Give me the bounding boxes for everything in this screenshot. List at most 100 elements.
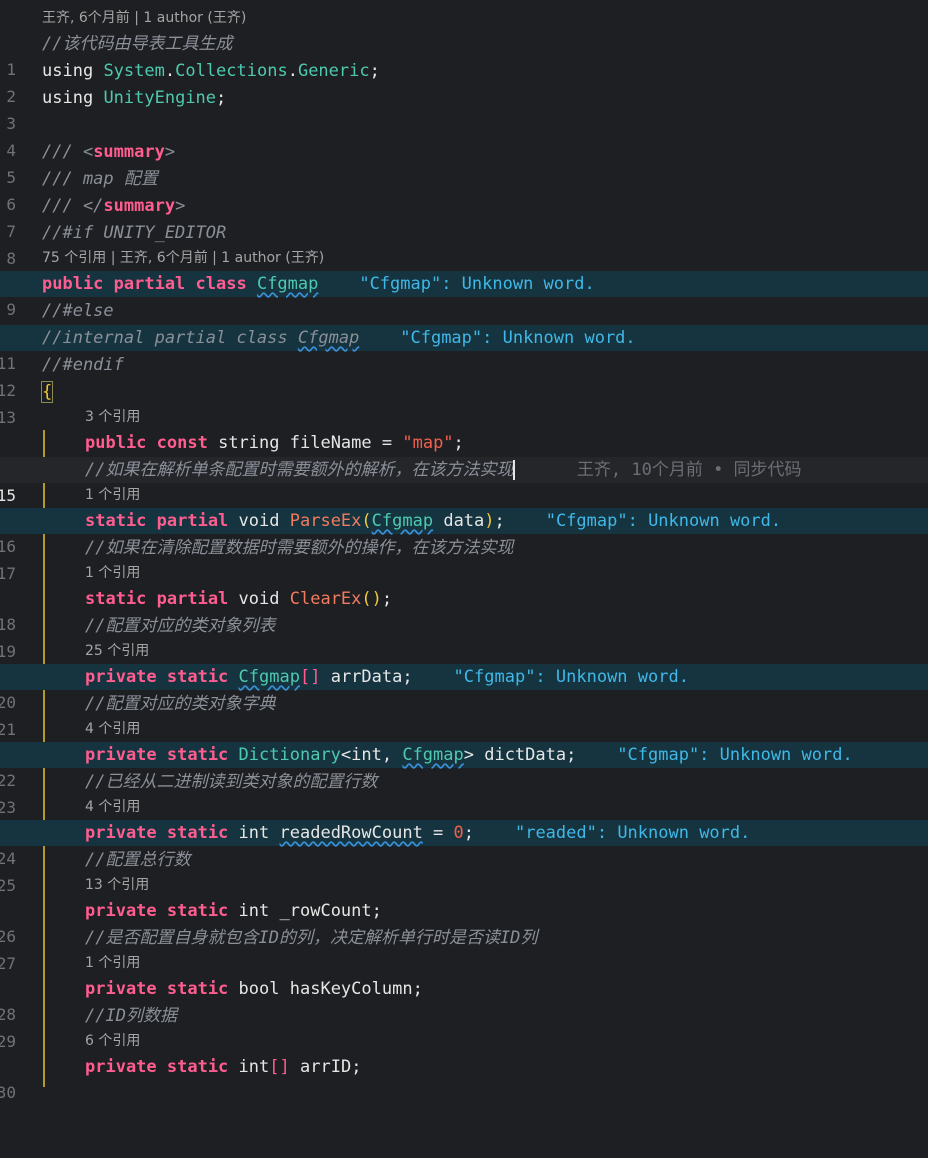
code-text: //如果在清除配置数据时需要额外的操作，在该方法实现 [85,538,514,558]
code-text: //配置对应的类对象列表 [85,616,276,636]
line-number: 27 [0,954,16,973]
code-text: using System.Collections.Generic; [42,61,380,81]
code-text: { [40,379,54,405]
code-line-17[interactable]: 17 //如果在清除配置数据时需要额外的操作，在该方法实现 [0,535,928,583]
code-line-28[interactable]: 28 private static bool hasKeyColumn; [0,976,928,1024]
code-text: //是否配置自身就包含ID的列，决定解析单行时是否读ID列 [85,928,538,948]
code-line-22[interactable]: 22 private static Dictionary<int, Cfgmap… [0,742,928,790]
code-line-9[interactable]: 9 public partial class Cfgmap "Cfgmap": … [0,271,928,319]
code-text: //配置对应的类对象字典 [85,694,276,714]
code-line-18[interactable]: 18 static partial void ClearEx(); [0,586,928,634]
line-number: 17 [0,564,16,583]
line-number: 8 [6,249,16,268]
line-number: 15 [0,486,16,505]
code-text: //如果在解析单条配置时需要额外的解析，在该方法实现 王齐, 10个月前 • 同… [85,460,802,480]
code-line-30[interactable]: 30 private static int[] arrID; [0,1054,928,1102]
code-line-13[interactable]: 13 { [0,379,928,427]
line-number: 13 [0,408,16,427]
references-lens[interactable]: 4 个引用 [85,796,140,818]
references-lens[interactable]: 25 个引用 [85,640,149,662]
code-line-1[interactable]: 1 //该代码由导表工具生成 [0,31,928,79]
line-number: 19 [0,642,16,661]
keyword: using [42,88,94,108]
code-text: using UnityEngine; [42,88,227,108]
function-name: ClearEx [289,589,362,609]
code-text: /// <summary> [42,142,176,162]
references-lens[interactable]: 1 个引用 [85,562,140,584]
code-text: //该代码由导表工具生成 [42,34,233,54]
code-line-5[interactable]: 5 /// <summary> [0,139,928,187]
code-line-3[interactable]: 3 using UnityEngine; [0,85,928,133]
code-line-6[interactable]: 6 /// map 配置 [0,166,928,214]
namespace: System [103,61,165,81]
code-line-19[interactable]: 19 //配置对应的类对象列表 [0,613,928,661]
diagnostic-message: "Cfgmap": Unknown word. [453,667,689,687]
code-text: /// map 配置 [42,169,158,189]
code-line-21[interactable]: 21 //配置对应的类对象字典 [0,691,928,739]
code-text: private static int[] arrID; [85,1057,362,1077]
namespace: UnityEngine [103,88,217,108]
code-line-12[interactable]: 12 //#endif [0,352,928,400]
code-editor[interactable]: 王齐, 6个月前 | 1 author (王齐) 1 //该代码由导表工具生成 … [0,0,928,1102]
code-text: private static int _rowCount; [85,901,382,921]
code-line-23[interactable]: 23 //已经从二进制读到类对象的配置行数 [0,769,928,817]
references-lens[interactable]: 4 个引用 [85,718,140,740]
line-number: 25 [0,876,16,895]
code-line-29[interactable]: 29 //ID列数据 [0,1003,928,1051]
code-line-8[interactable]: 8 //#if UNITY_EDITOR [0,220,928,268]
code-text: static partial void ClearEx(); [85,589,393,609]
code-line-27[interactable]: 27 //是否配置自身就包含ID的列，决定解析单行时是否读ID列 [0,925,928,973]
code-text: //#endif [42,355,124,375]
code-line-4[interactable]: 4 [0,112,928,160]
code-line-25[interactable]: 25 //配置总行数 [0,847,928,895]
diagnostic-message: "Cfgmap": Unknown word. [617,745,853,765]
code-line-7[interactable]: 7 /// </summary> [0,193,928,241]
code-line-14[interactable]: 14 public const string fileName = "map"; [0,430,928,478]
references-lens[interactable]: 75 个引用 | 王齐, 6个月前 | 1 author (王齐) [42,247,324,269]
code-text: public const string fileName = "map"; [85,433,464,453]
code-line-11[interactable]: 11 //internal partial class Cfgmap "Cfgm… [0,325,928,373]
references-lens[interactable]: 3 个引用 [85,406,140,428]
line-number: 29 [0,1032,16,1051]
line-number: 30 [0,1083,16,1102]
code-text: //已经从二进制读到类对象的配置行数 [85,772,378,792]
code-line-10[interactable]: 10 //#else [0,298,928,346]
code-text: public partial class Cfgmap "Cfgmap": Un… [42,274,595,294]
diagnostic-message: "Cfgmap": Unknown word. [545,511,782,531]
code-text: private static Dictionary<int, Cfgmap> d… [85,745,853,765]
diagnostic-message: "Cfgmap": Unknown word. [359,274,595,294]
references-lens[interactable]: 1 个引用 [85,952,140,974]
code-line-2[interactable]: 2 using System.Collections.Generic; [0,58,928,106]
inline-blame: 王齐, 10个月前 • 同步代码 [576,460,802,480]
code-text: private static int readedRowCount = 0; "… [85,823,751,843]
namespace: Generic [297,61,370,81]
code-line-15[interactable]: 15 //如果在解析单条配置时需要额外的解析，在该方法实现 王齐, 10个月前 … [0,457,928,505]
text-cursor [513,460,516,480]
diagnostic-message: "Cfgmap": Unknown word. [400,328,636,348]
code-text: static partial void ParseEx(Cfgmap data)… [85,511,782,531]
code-text: private static bool hasKeyColumn; [85,979,423,999]
code-line-20[interactable]: 20 private static Cfgmap[] arrData; "Cfg… [0,664,928,712]
code-text: //internal partial class Cfgmap "Cfgmap"… [42,328,636,348]
bracket: { [40,381,54,403]
code-text: //配置总行数 [85,850,191,870]
git-blame-lens[interactable]: 王齐, 6个月前 | 1 author (王齐) [42,7,246,29]
references-lens[interactable]: 13 个引用 [85,874,149,896]
diagnostic-message: "readed": Unknown word. [514,823,751,843]
references-lens[interactable]: 6 个引用 [85,1030,140,1052]
code-text: //#if UNITY_EDITOR [42,223,227,243]
code-text: private static Cfgmap[] arrData; "Cfgmap… [85,667,689,687]
function-name: ParseEx [289,511,362,531]
code-line-16[interactable]: 16 static partial void ParseEx(Cfgmap da… [0,508,928,556]
line-number: 21 [0,720,16,739]
keyword: using [42,61,94,81]
code-line-26[interactable]: 26 private static int _rowCount; [0,898,928,946]
code-line-24[interactable]: 24 private static int readedRowCount = 0… [0,820,928,868]
namespace: Collections [175,61,288,81]
code-text: //ID列数据 [85,1006,177,1026]
code-text: /// </summary> [42,196,186,216]
class-name: Cfgmap [256,274,319,294]
code-text: //#else [42,301,114,321]
line-number: 23 [0,798,16,817]
references-lens[interactable]: 1 个引用 [85,484,140,506]
